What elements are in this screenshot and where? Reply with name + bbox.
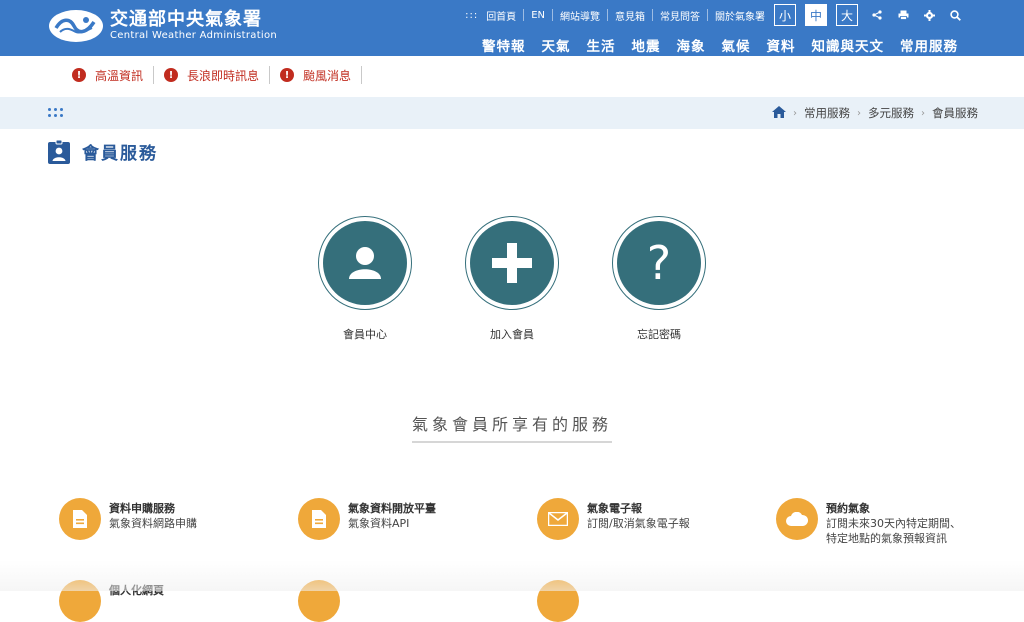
mail-icon: [537, 498, 579, 540]
document-icon: [59, 498, 101, 540]
join-member-button[interactable]: 加入會員: [465, 216, 559, 342]
english-link[interactable]: EN: [531, 10, 545, 21]
nav-services[interactable]: 常用服務: [900, 35, 958, 55]
scroll-fade: [0, 560, 1024, 591]
nav-climate[interactable]: 氣候: [722, 35, 751, 55]
font-small-button[interactable]: 小: [774, 4, 796, 26]
share-icon[interactable]: [870, 8, 884, 22]
member-badge-icon: [48, 139, 70, 164]
document-icon: [298, 498, 340, 540]
user-icon: [323, 221, 407, 305]
nav-data[interactable]: 資料: [767, 35, 796, 55]
service-title: 預約氣象: [826, 502, 870, 515]
forgot-password-button[interactable]: ? 忘記密碼: [612, 216, 706, 342]
service-title: 氣象電子報: [587, 502, 642, 515]
settings-gear-icon[interactable]: [922, 8, 936, 22]
alert-exclamation-icon: !: [280, 68, 295, 82]
alert-label: 颱風消息: [303, 68, 352, 83]
join-member-label: 加入會員: [490, 328, 534, 341]
search-icon[interactable]: [948, 8, 962, 22]
service-newsletter[interactable]: 氣象電子報 訂閱/取消氣象電子報: [537, 498, 690, 540]
cloud-icon: [776, 498, 818, 540]
breadcrumb-item[interactable]: 常用服務: [804, 105, 850, 121]
chevron-right-icon: ›: [857, 107, 861, 119]
accesskey-dots[interactable]: :::: [465, 10, 478, 21]
service-desc: 氣象資料API: [348, 517, 410, 530]
sitemap-link[interactable]: 網站導覽: [560, 8, 600, 23]
font-large-button[interactable]: 大: [836, 4, 858, 26]
cwa-logo-icon: [49, 10, 103, 42]
forgot-password-label: 忘記密碼: [637, 328, 681, 341]
logo-title: 交通部中央氣象署: [110, 9, 262, 30]
alert-heat[interactable]: ! 高溫資訊: [72, 66, 155, 84]
service-reserved-weather[interactable]: 預約氣象 訂閱未來30天內特定期間、 特定地點的氣象預報資訊: [776, 498, 961, 546]
breadcrumb: › 常用服務 › 多元服務 › 會員服務: [772, 105, 978, 121]
service-open-data[interactable]: 氣象資料開放平臺 氣象資料API: [298, 498, 436, 540]
breadcrumb-current: 會員服務: [932, 106, 978, 120]
alert-swell[interactable]: ! 長浪即時訊息: [164, 66, 271, 84]
member-center-label: 會員中心: [343, 328, 387, 341]
service-desc: 訂閱/取消氣象電子報: [587, 517, 690, 530]
member-center-button[interactable]: 會員中心: [318, 216, 412, 342]
service-data-purchase[interactable]: 資料申購服務 氣象資料網路申購: [59, 498, 197, 540]
about-link[interactable]: 關於氣象署: [715, 8, 765, 23]
main-nav: 警特報 天氣 生活 地震 海象 氣候 資料 知識與天文 常用服務: [466, 35, 958, 55]
home-icon[interactable]: [772, 105, 786, 121]
alert-label: 長浪即時訊息: [187, 68, 260, 83]
chevron-right-icon: ›: [793, 107, 797, 119]
page-title-block: 會員服務: [48, 139, 158, 164]
grid-menu-icon[interactable]: [48, 108, 63, 117]
nav-weather[interactable]: 天氣: [542, 35, 571, 55]
service-desc: 氣象資料網路申購: [109, 517, 197, 530]
faq-link[interactable]: 常見問答: [660, 8, 700, 23]
nav-warnings[interactable]: 警特報: [482, 35, 526, 55]
alert-exclamation-icon: !: [164, 68, 179, 82]
nav-earthquake[interactable]: 地震: [632, 35, 661, 55]
alert-typhoon[interactable]: ! 颱風消息: [280, 66, 363, 84]
site-header: 交通部中央氣象署 Central Weather Administration …: [0, 0, 1024, 56]
nav-life[interactable]: 生活: [587, 35, 616, 55]
service-title: 資料申購服務: [109, 502, 175, 515]
question-icon: ?: [617, 221, 701, 305]
section-title: 氣象會員所享有的服務: [411, 411, 612, 443]
plus-icon: [470, 221, 554, 305]
alert-bar: ! 高溫資訊 ! 長浪即時訊息 ! 颱風消息: [72, 66, 372, 84]
utility-bar: ::: 回首頁 EN 網站導覽 意見箱 常見問答 關於氣象署 小 中 大: [465, 4, 962, 26]
alert-exclamation-icon: !: [72, 68, 86, 82]
nav-knowledge[interactable]: 知識與天文: [812, 35, 885, 55]
section-title-block: 氣象會員所享有的服務: [0, 411, 1024, 443]
alert-label: 高溫資訊: [95, 68, 144, 83]
feedback-link[interactable]: 意見箱: [615, 8, 645, 23]
print-icon[interactable]: [896, 8, 910, 22]
breadcrumb-bar: › 常用服務 › 多元服務 › 會員服務: [0, 97, 1024, 129]
chevron-right-icon: ›: [921, 107, 925, 119]
nav-marine[interactable]: 海象: [677, 35, 706, 55]
breadcrumb-item[interactable]: 多元服務: [868, 105, 914, 121]
service-title: 氣象資料開放平臺: [348, 502, 436, 515]
font-medium-button[interactable]: 中: [805, 4, 827, 26]
site-logo[interactable]: 交通部中央氣象署 Central Weather Administration: [48, 8, 277, 44]
home-link[interactable]: 回首頁: [486, 8, 516, 23]
page-title: 會員服務: [82, 144, 158, 164]
logo-subtitle: Central Weather Administration: [110, 30, 278, 41]
service-desc: 訂閱未來30天內特定期間、 特定地點的氣象預報資訊: [826, 517, 961, 545]
